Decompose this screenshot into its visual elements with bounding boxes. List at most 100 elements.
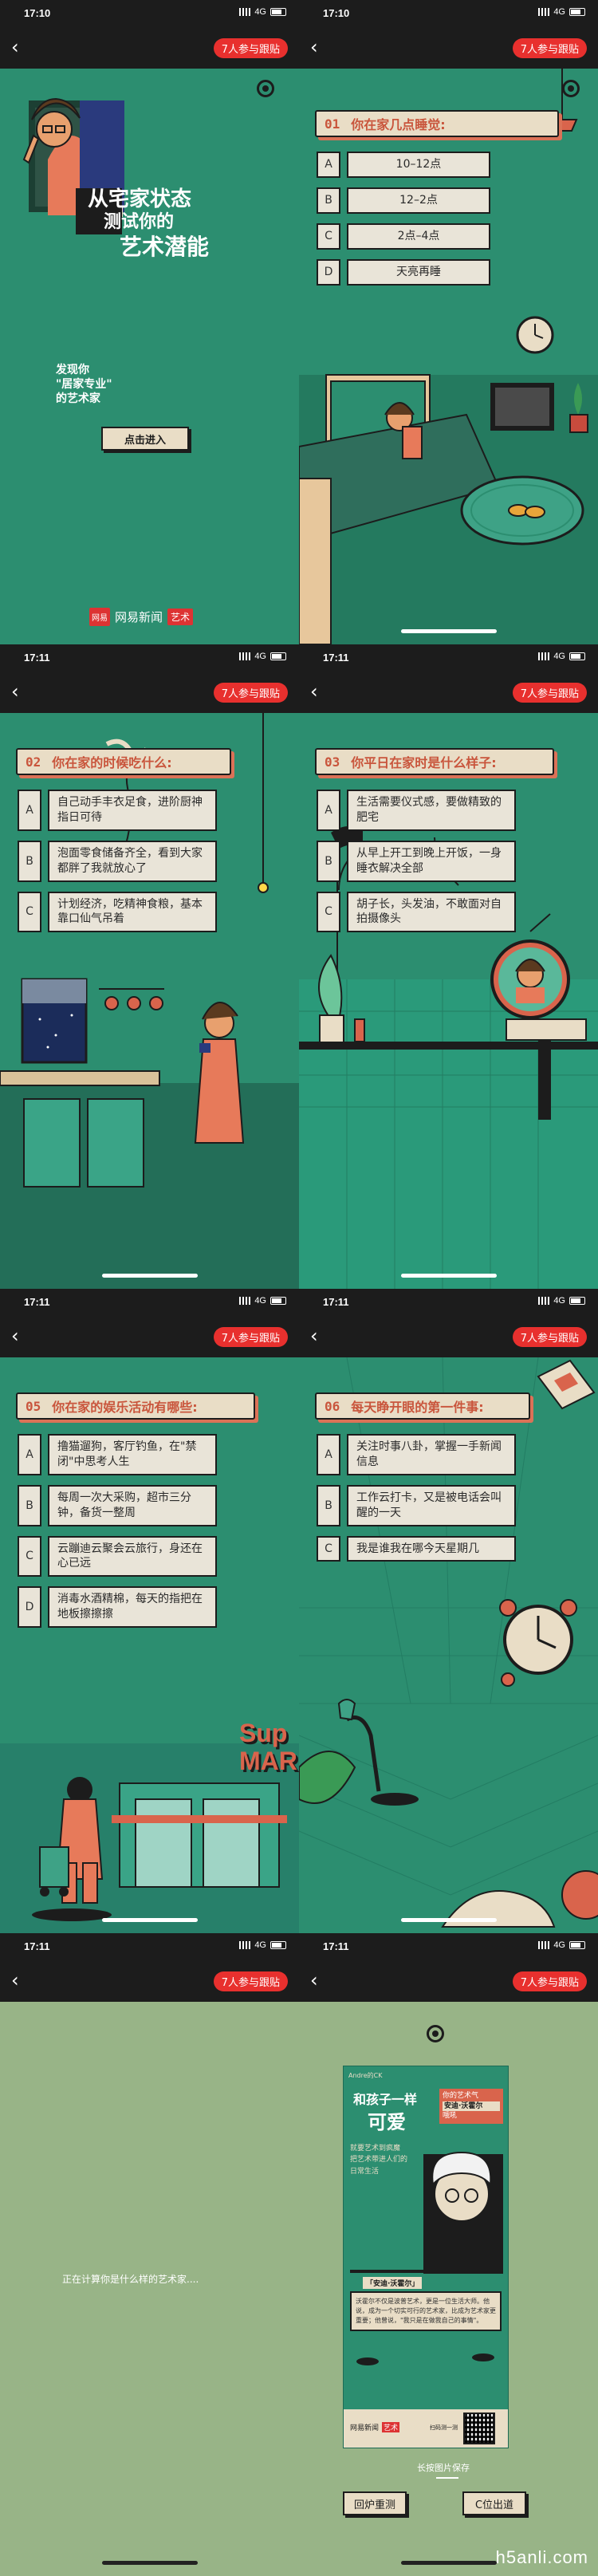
back-icon[interactable]: ‹ bbox=[310, 1971, 318, 1990]
option-b[interactable]: B 12–2点 bbox=[317, 187, 561, 214]
status-bar: 17:11 4G bbox=[0, 644, 299, 672]
option-text: 消毒水酒精棉，每天的指把在地板擦擦擦 bbox=[48, 1586, 217, 1629]
question-title: 03 你平日在家时是什么样子: bbox=[315, 748, 554, 775]
option-list: A 10–12点 B 12–2点 C 2点–4点 D 天亮再睡 bbox=[317, 152, 561, 295]
nav-bar: ‹ 7人参与跟贴 bbox=[299, 27, 598, 69]
signal-icon bbox=[538, 652, 550, 660]
network-label: 4G bbox=[553, 7, 565, 17]
enter-button[interactable]: 点击进入 bbox=[101, 427, 189, 451]
retry-button[interactable]: 回炉重测 bbox=[343, 2491, 407, 2515]
back-icon[interactable]: ‹ bbox=[11, 37, 19, 57]
join-comments-button[interactable]: 7人参与跟贴 bbox=[213, 1327, 288, 1347]
option-a[interactable]: A 10–12点 bbox=[317, 152, 561, 178]
back-icon[interactable]: ‹ bbox=[310, 1326, 318, 1345]
option-c[interactable]: C 计划经济，吃精神食粮，基本靠口仙气吊着 bbox=[18, 891, 217, 933]
card-scan-text: 扫码测一测 bbox=[430, 2424, 458, 2431]
home-indicator bbox=[101, 2561, 198, 2565]
network-label: 4G bbox=[254, 652, 266, 661]
loading-text: 正在计算你是什么样的艺术家.... bbox=[62, 2274, 199, 2285]
battery-icon bbox=[569, 1297, 585, 1305]
card-footer-art bbox=[356, 2353, 494, 2365]
option-text: 关注时事八卦，掌握一手新闻信息 bbox=[347, 1434, 516, 1475]
battery-icon bbox=[270, 1297, 286, 1305]
status-time: 17:11 bbox=[323, 652, 349, 664]
home-indicator bbox=[400, 629, 497, 633]
option-a[interactable]: A 生活需要仪式感，要做精致的肥宅 bbox=[317, 790, 516, 831]
kitchen-illustration bbox=[0, 713, 299, 1289]
debut-button[interactable]: C位出道 bbox=[462, 2491, 526, 2515]
option-b[interactable]: B 每周一次大采购，超市三分钟，备货一整周 bbox=[18, 1484, 217, 1526]
back-icon[interactable]: ‹ bbox=[11, 1971, 19, 1990]
option-text: 2点–4点 bbox=[347, 223, 490, 250]
option-letter: A bbox=[317, 152, 340, 178]
network-label: 4G bbox=[254, 7, 266, 17]
question-title: 01 你在家几点睡觉: bbox=[315, 110, 559, 137]
option-text: 计划经济，吃精神食粮，基本靠口仙气吊着 bbox=[48, 891, 217, 933]
network-label: 4G bbox=[254, 1296, 266, 1306]
option-c[interactable]: C 云蹦迪云聚会云旅行，身还在心已远 bbox=[18, 1535, 217, 1578]
option-letter: C bbox=[317, 891, 340, 933]
option-list: A 撸猫遛狗，客厅钓鱼，在"禁闭"中思考人生 B 每周一次大采购，超市三分钟，备货一… bbox=[18, 1434, 217, 1637]
join-comments-button[interactable]: 7人参与跟贴 bbox=[512, 1327, 587, 1347]
option-letter: A bbox=[18, 1434, 41, 1475]
nav-bar: ‹ 7人参与跟贴 bbox=[299, 1316, 598, 1357]
status-time: 17:11 bbox=[24, 1296, 50, 1308]
question-5-screen: Sup MAR 17:11 4G ‹ 7人参与跟贴 05 你在家的娱乐活动有哪些:… bbox=[0, 1289, 299, 1933]
question-2-screen: 17:11 4G ‹ 7人参与跟贴 02 你在家的时候吃什么: A 自己动手丰衣足食… bbox=[0, 644, 299, 1289]
clock-room-illustration bbox=[299, 1357, 598, 1928]
question-number: 06 bbox=[325, 1398, 340, 1414]
back-icon[interactable]: ‹ bbox=[11, 1326, 19, 1345]
cover-title-line2: 测试你的 bbox=[104, 212, 175, 233]
option-letter: A bbox=[317, 790, 340, 831]
battery-icon bbox=[569, 1941, 585, 1949]
option-text: 撸猫遛狗，客厅钓鱼，在"禁闭"中思考人生 bbox=[48, 1434, 217, 1475]
option-d[interactable]: D 消毒水酒精棉，每天的指把在地板擦擦擦 bbox=[18, 1586, 217, 1629]
question-title: 02 你在家的时候吃什么: bbox=[16, 748, 231, 775]
watermark: h5anli.com bbox=[495, 2547, 588, 2567]
join-comments-button[interactable]: 7人参与跟贴 bbox=[512, 683, 587, 703]
join-comments-button[interactable]: 7人参与跟贴 bbox=[512, 38, 587, 58]
card-footer-logo: 网易新闻 艺术 bbox=[350, 2422, 400, 2432]
join-comments-button[interactable]: 7人参与跟贴 bbox=[213, 683, 288, 703]
battery-icon bbox=[270, 652, 286, 660]
option-a[interactable]: A 撸猫遛狗，客厅钓鱼，在"禁闭"中思考人生 bbox=[18, 1434, 217, 1475]
join-comments-button[interactable]: 7人参与跟贴 bbox=[213, 38, 288, 58]
option-b[interactable]: B 泡面零食储备齐全，看到大家都胖了我就放心了 bbox=[18, 840, 217, 882]
option-letter: A bbox=[317, 1434, 340, 1475]
option-b[interactable]: B 工作云打卡，又是被电话会叫醒的一天 bbox=[317, 1484, 516, 1526]
question-title: 05 你在家的娱乐活动有哪些: bbox=[16, 1392, 255, 1420]
option-b[interactable]: B 从早上开工到晚上开饭，一身睡衣解决全部 bbox=[317, 840, 516, 882]
back-icon[interactable]: ‹ bbox=[310, 37, 318, 57]
status-time: 17:11 bbox=[323, 1940, 349, 1952]
option-text: 胡子长，头发油，不敢面对自拍摄像头 bbox=[347, 891, 516, 933]
home-indicator bbox=[400, 1918, 497, 1922]
join-comments-button[interactable]: 7人参与跟贴 bbox=[213, 1971, 288, 1991]
option-d[interactable]: D 天亮再睡 bbox=[317, 258, 561, 286]
option-a[interactable]: A 关注时事八卦，掌握一手新闻信息 bbox=[317, 1434, 516, 1475]
option-a[interactable]: A 自己动手丰衣足食，进阶厨神指日可待 bbox=[18, 790, 217, 831]
cover-subtitle-line2: "居家专业" bbox=[56, 378, 112, 392]
option-text: 生活需要仪式感，要做精致的肥宅 bbox=[347, 790, 516, 831]
option-letter: C bbox=[18, 1535, 41, 1578]
signal-icon bbox=[538, 1941, 550, 1949]
status-bar: 17:11 4G bbox=[0, 1289, 299, 1316]
status-time: 17:11 bbox=[323, 1296, 349, 1308]
nav-bar: ‹ 7人参与跟贴 bbox=[299, 1960, 598, 2002]
nav-bar: ‹ 7人参与跟贴 bbox=[0, 672, 299, 713]
option-c[interactable]: C 胡子长，头发油，不敢面对自拍摄像头 bbox=[317, 891, 516, 933]
record-icon bbox=[427, 2025, 444, 2042]
option-list: A 关注时事八卦，掌握一手新闻信息 B 工作云打卡，又是被电话会叫醒的一天 C 我是谁… bbox=[317, 1434, 516, 1571]
option-c[interactable]: C 我是谁我在哪今天星期几 bbox=[317, 1535, 516, 1562]
option-c[interactable]: C 2点–4点 bbox=[317, 223, 561, 250]
home-indicator bbox=[101, 1918, 198, 1922]
cover-screen: 17:10 4G ‹ 7人参与跟贴 从宅家状态 测试你的 艺术潜能 发现你 "居… bbox=[0, 0, 299, 644]
back-icon[interactable]: ‹ bbox=[310, 682, 318, 701]
status-bar: 17:11 4G bbox=[299, 1289, 598, 1316]
join-comments-button[interactable]: 7人参与跟贴 bbox=[512, 1971, 587, 1991]
nav-bar: ‹ 7人参与跟贴 bbox=[299, 672, 598, 713]
supermarket-sign: Sup MAR bbox=[239, 1719, 297, 1776]
status-time: 17:10 bbox=[323, 7, 350, 19]
option-letter: C bbox=[317, 223, 340, 250]
battery-icon bbox=[270, 1941, 286, 1949]
back-icon[interactable]: ‹ bbox=[11, 682, 19, 701]
